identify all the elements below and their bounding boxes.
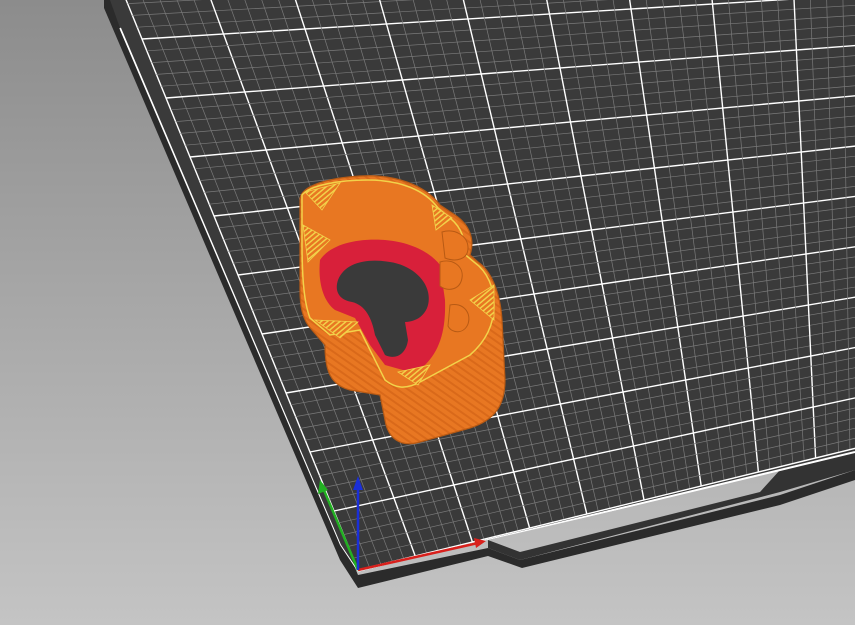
scene-canvas[interactable] <box>0 0 855 625</box>
3d-viewport[interactable] <box>0 0 855 625</box>
